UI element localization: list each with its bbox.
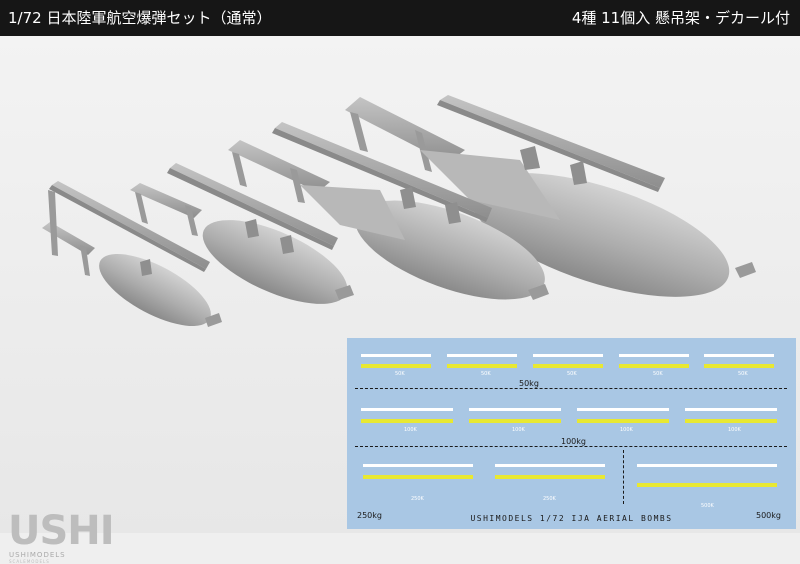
decal-stripe-white [495, 464, 605, 467]
decal-stripe-yellow [495, 475, 605, 479]
decal-mini-label: 500K [701, 503, 714, 509]
brand-logo-mark: USHI [8, 508, 115, 554]
decal-mini-label: 100K [404, 427, 417, 433]
decal-mini-label: 100K [512, 427, 525, 433]
divider-50kg [355, 388, 787, 389]
decal-stripe-yellow [469, 419, 561, 423]
decal-label-100kg: 100kg [561, 437, 586, 446]
decal-mini-label: 50K [653, 371, 663, 377]
decal-stripe-yellow [447, 364, 517, 368]
decal-stripe-white [447, 354, 517, 357]
brand-name: USHIMODELS [9, 551, 66, 559]
decal-stripe-white [577, 408, 669, 411]
product-title: 1/72 日本陸軍航空爆弾セット（通常） [8, 9, 272, 27]
decal-mini-label: 250K [543, 496, 556, 502]
decal-mini-label: 50K [395, 371, 405, 377]
decal-stripe-yellow [704, 364, 774, 368]
decal-stripe-white [361, 408, 453, 411]
divider-vertical [623, 450, 624, 504]
decal-sheet-caption: USHIMODELS 1/72 IJA AERIAL BOMBS [470, 514, 673, 523]
decal-stripe-white [533, 354, 603, 357]
decal-stripe-white [637, 464, 777, 467]
decal-stripe-yellow [361, 419, 453, 423]
header-bar: 1/72 日本陸軍航空爆弾セット（通常） 4種 11個入 懸吊架・デカール付 [0, 0, 800, 36]
bomb-50kg [42, 181, 222, 327]
product-contents: 4種 11個入 懸吊架・デカール付 [571, 9, 790, 27]
decal-stripe-white [619, 354, 689, 357]
decal-stripe-yellow [619, 364, 689, 368]
brand-logo: USHI USHIMODELS SCALEMODELS [8, 511, 115, 564]
decal-mini-label: 50K [481, 371, 491, 377]
decal-stripe-white [685, 408, 777, 411]
decal-stripe-yellow [363, 475, 473, 479]
decal-stripe-yellow [361, 364, 431, 368]
decal-mini-label: 100K [620, 427, 633, 433]
decal-stripe-yellow [637, 483, 777, 487]
decal-mini-label: 50K [567, 371, 577, 377]
decal-stripe-white [361, 354, 431, 357]
decal-sheet: 50K 50K 50K 50K 50K 50kg 100K 100K 100K … [347, 338, 796, 529]
decal-mini-label: 50K [738, 371, 748, 377]
divider-100kg [355, 446, 787, 447]
decal-stripe-white [469, 408, 561, 411]
decal-stripe-yellow [685, 419, 777, 423]
decal-stripe-yellow [577, 419, 669, 423]
decal-label-50kg: 50kg [519, 379, 539, 388]
decal-mini-label: 100K [728, 427, 741, 433]
decal-stripe-white [363, 464, 473, 467]
brand-tagline: SCALEMODELS [9, 559, 50, 564]
decal-stripe-white [704, 354, 774, 357]
decal-stripe-yellow [533, 364, 603, 368]
decal-mini-label: 250K [411, 496, 424, 502]
